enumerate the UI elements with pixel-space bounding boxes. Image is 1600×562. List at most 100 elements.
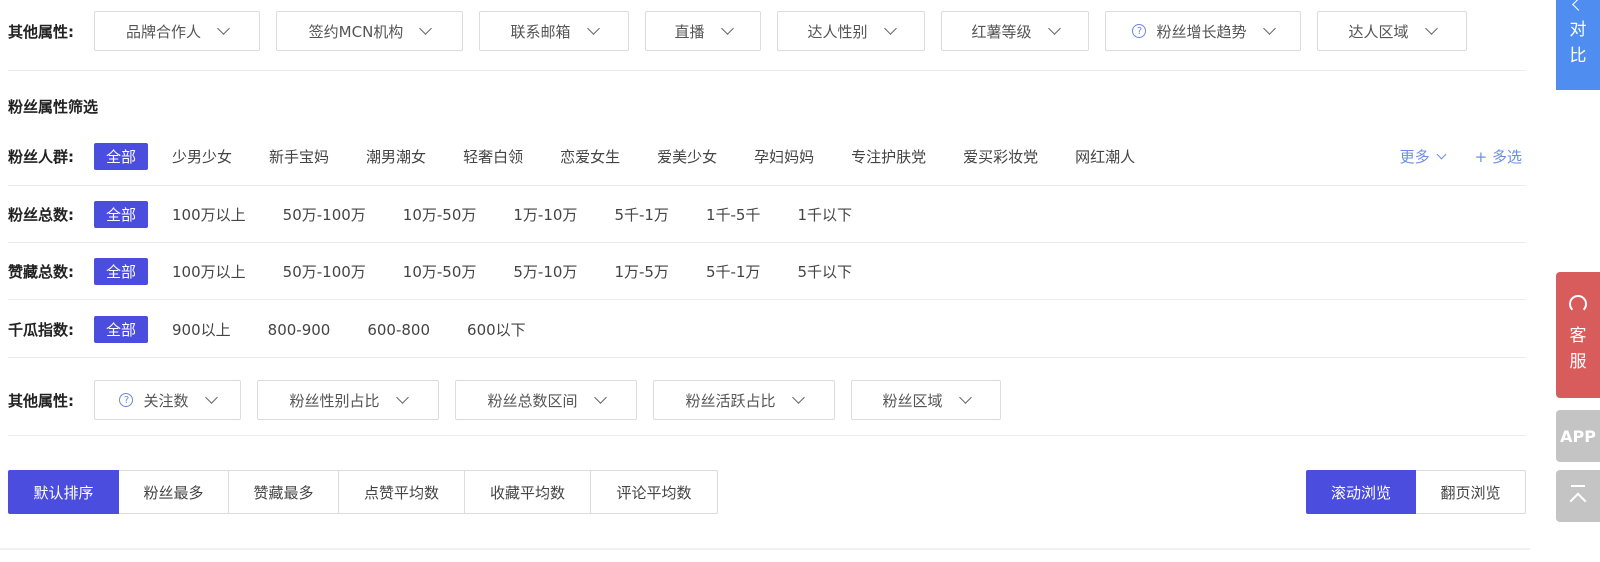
dropdown-fan-region[interactable]: 粉丝区域: [851, 380, 1001, 420]
headset-icon: [1569, 295, 1587, 313]
dropdown-label: 签约MCN机构: [308, 22, 404, 41]
option[interactable]: 10万-50万: [403, 261, 477, 282]
option[interactable]: 5千-1万: [614, 204, 669, 225]
dropdown-level[interactable]: 红薯等级: [941, 11, 1089, 51]
help-icon[interactable]: ?: [119, 393, 134, 407]
option[interactable]: 50万-100万: [283, 261, 366, 282]
sort-avg-likes-button[interactable]: 点赞平均数: [339, 470, 465, 514]
option[interactable]: 10万-50万: [403, 204, 477, 225]
dropdown-following[interactable]: ? 关注数: [94, 380, 241, 420]
dropdown-label: 直播: [674, 22, 705, 41]
option[interactable]: 网红潮人: [1075, 146, 1135, 167]
option[interactable]: 5千-1万: [706, 261, 761, 282]
dropdown-fan-total-range[interactable]: 粉丝总数区间: [455, 380, 637, 420]
dropdown-brand-partner[interactable]: 品牌合作人: [94, 11, 260, 51]
option-all[interactable]: 全部: [94, 201, 149, 228]
option-all[interactable]: 全部: [94, 316, 149, 343]
sort-fans-button[interactable]: 粉丝最多: [119, 470, 229, 514]
sort-avg-comment-button[interactable]: 评论平均数: [591, 470, 718, 514]
option[interactable]: 600-800: [367, 321, 430, 339]
app-label: APP: [1560, 426, 1596, 446]
app-float-button[interactable]: APP: [1556, 410, 1600, 462]
fans-total-options: 全部 100万以上 50万-100万 10万-50万 1万-10万 5千-1万 …: [94, 201, 889, 228]
chevron-down-icon: [1262, 22, 1276, 35]
option[interactable]: 爱买彩妆党: [963, 146, 1038, 167]
more-link[interactable]: 更多: [1400, 146, 1430, 167]
dropdown-label: 粉丝性别占比: [289, 391, 380, 410]
dropdown-label: 粉丝活跃占比: [685, 391, 776, 410]
option[interactable]: 1万-10万: [513, 204, 577, 225]
option[interactable]: 潮男潮女: [366, 146, 426, 167]
option[interactable]: 孕妇妈妈: [754, 146, 814, 167]
option[interactable]: 100万以上: [172, 204, 246, 225]
option[interactable]: 50万-100万: [283, 204, 366, 225]
dropdown-region[interactable]: 达人区域: [1317, 11, 1467, 51]
option[interactable]: 100万以上: [172, 261, 246, 282]
option[interactable]: 5千以下: [797, 261, 852, 282]
row-label: 赞藏总数:: [8, 263, 74, 281]
option[interactable]: 800-900: [268, 321, 331, 339]
row-label: 粉丝总数:: [8, 206, 74, 224]
option[interactable]: 专注护肤党: [851, 146, 926, 167]
multi-select-link[interactable]: + 多选: [1475, 146, 1522, 167]
fans-total-row: 粉丝总数: 全部 100万以上 50万-100万 10万-50万 1万-10万 …: [8, 201, 889, 228]
qiangua-index-row: 千瓜指数: 全部 900以上 800-900 600-800 600以下: [8, 316, 563, 343]
chevron-down-icon: [1436, 149, 1447, 160]
crowd-more-actions: 更多 + 多选: [1400, 146, 1522, 167]
filter-panel: 其他属性: 品牌合作人 签约MCN机构 联系邮箱 直播 达人性别 红薯等级 ? 粉…: [0, 0, 1530, 562]
option[interactable]: 1万-5万: [614, 261, 669, 282]
divider: [8, 185, 1526, 186]
sort-avg-collect-button[interactable]: 收藏平均数: [465, 470, 591, 514]
compare-label: 对: [1569, 20, 1587, 40]
scroll-view-button[interactable]: 滚动浏览: [1306, 470, 1416, 514]
option[interactable]: 1千以下: [797, 204, 852, 225]
fan-crowd-row: 粉丝人群: 全部 少男少女 新手宝妈 潮男潮女 轻奢白领 恋爱女生 爱美少女 孕…: [8, 143, 1526, 170]
dropdown-fan-growth[interactable]: ? 粉丝增长趋势: [1105, 11, 1301, 51]
dropdown-mcn[interactable]: 签约MCN机构: [276, 11, 463, 51]
help-icon[interactable]: ?: [1132, 24, 1147, 38]
option[interactable]: 轻奢白领: [463, 146, 523, 167]
sort-default-button[interactable]: 默认排序: [8, 470, 119, 514]
dropdown-label: 品牌合作人: [125, 22, 201, 41]
dropdown-label: 粉丝增长趋势: [1156, 22, 1247, 41]
option[interactable]: 5万-10万: [513, 261, 577, 282]
top-other-attributes-row: 其他属性: 品牌合作人 签约MCN机构 联系邮箱 直播 达人性别 红薯等级 ? 粉…: [8, 11, 1483, 51]
option[interactable]: 新手宝妈: [269, 146, 329, 167]
sort-bar: 默认排序 粉丝最多 赞藏最多 点赞平均数 收藏平均数 评论平均数: [8, 470, 718, 514]
chevron-up-icon: [1571, 0, 1585, 11]
divider: [8, 242, 1526, 243]
option[interactable]: 少男少女: [172, 146, 232, 167]
chevron-down-icon: [1424, 22, 1438, 35]
page-view-button[interactable]: 翻页浏览: [1416, 470, 1526, 514]
likes-total-options: 全部 100万以上 50万-100万 10万-50万 5万-10万 1万-5万 …: [94, 258, 889, 285]
chevron-down-icon: [586, 22, 600, 35]
option[interactable]: 恋爱女生: [560, 146, 620, 167]
option[interactable]: 1千-5千: [706, 204, 761, 225]
sort-likes-button[interactable]: 赞藏最多: [229, 470, 339, 514]
back-to-top-button[interactable]: [1556, 470, 1600, 522]
option-all[interactable]: 全部: [94, 258, 149, 285]
dropdown-fan-gender-ratio[interactable]: 粉丝性别占比: [257, 380, 439, 420]
option[interactable]: 600以下: [467, 319, 526, 340]
option-all[interactable]: 全部: [94, 143, 149, 170]
likes-total-row: 赞藏总数: 全部 100万以上 50万-100万 10万-50万 5万-10万 …: [8, 258, 889, 285]
divider: [8, 435, 1526, 436]
back-to-top-icon: [1571, 485, 1585, 487]
chevron-down-icon: [204, 391, 218, 404]
dropdown-email[interactable]: 联系邮箱: [479, 11, 629, 51]
dropdown-fan-active-ratio[interactable]: 粉丝活跃占比: [653, 380, 835, 420]
option[interactable]: 900以上: [172, 319, 231, 340]
divider: [8, 299, 1526, 300]
view-mode-bar: 滚动浏览 翻页浏览: [1306, 470, 1526, 514]
compare-float-button[interactable]: 对 比: [1556, 0, 1600, 90]
crowd-options: 全部 少男少女 新手宝妈 潮男潮女 轻奢白领 恋爱女生 爱美少女 孕妇妈妈 专注…: [94, 143, 1172, 170]
qiangua-index-options: 全部 900以上 800-900 600-800 600以下: [94, 316, 563, 343]
chevron-up-icon: [1569, 492, 1587, 510]
dropdown-label: 达人性别: [807, 22, 868, 41]
row-label: 粉丝人群:: [8, 148, 74, 166]
chevron-down-icon: [395, 391, 409, 404]
dropdown-gender[interactable]: 达人性别: [777, 11, 925, 51]
option[interactable]: 爱美少女: [657, 146, 717, 167]
dropdown-live[interactable]: 直播: [645, 11, 761, 51]
customer-service-float-button[interactable]: 客 服: [1556, 272, 1600, 398]
